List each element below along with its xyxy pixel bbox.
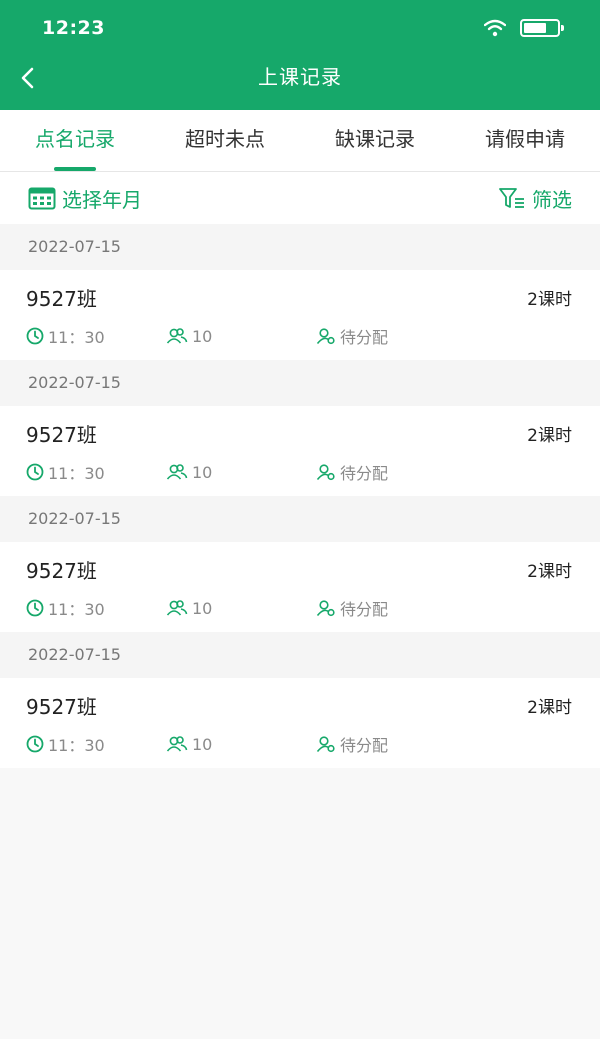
status-bar: 12:23 <box>0 0 600 52</box>
wifi-icon <box>484 19 506 37</box>
list-item[interactable]: 9527班 2课时 11：30 10 待分配 <box>0 678 600 768</box>
page-title: 上课记录 <box>258 64 342 89</box>
class-hours: 2课时 <box>527 425 572 446</box>
class-time: 11：30 <box>48 464 105 483</box>
teacher-status: 待分配 <box>340 600 389 619</box>
clock-icon <box>26 327 44 345</box>
class-hours: 2课时 <box>527 561 572 582</box>
people-icon <box>166 328 188 344</box>
filter-icon <box>499 188 524 208</box>
teacher-status: 待分配 <box>340 328 389 347</box>
people-icon <box>166 600 188 616</box>
class-name: 9527班 <box>26 286 97 311</box>
class-hours: 2课时 <box>527 697 572 718</box>
list-item[interactable]: 9527班 2课时 11：30 10 待分配 <box>0 270 600 360</box>
class-time: 11：30 <box>48 736 105 755</box>
teacher-icon <box>316 328 335 345</box>
tab-absence-records[interactable]: 缺课记录 <box>300 110 450 171</box>
list-item[interactable]: 9527班 2课时 11：30 10 待分配 <box>0 542 600 632</box>
filter-label: 筛选 <box>532 187 572 212</box>
tab-overdue-unmarked[interactable]: 超时未点 <box>150 110 300 171</box>
date-picker-button[interactable]: 选择年月 <box>28 184 142 213</box>
back-button[interactable] <box>20 62 60 94</box>
clock-icon <box>26 735 44 753</box>
date-header: 2022-07-15 <box>0 360 600 406</box>
class-time: 11：30 <box>48 328 105 347</box>
date-header: 2022-07-15 <box>0 632 600 678</box>
class-time: 11：30 <box>48 600 105 619</box>
class-name: 9527班 <box>26 558 97 583</box>
teacher-status: 待分配 <box>340 736 389 755</box>
teacher-icon <box>316 736 335 753</box>
clock-icon <box>26 599 44 617</box>
list-item[interactable]: 9527班 2课时 11：30 10 待分配 <box>0 406 600 496</box>
people-icon <box>166 736 188 752</box>
tab-leave-requests[interactable]: 请假申请 <box>450 110 600 171</box>
battery-icon <box>520 19 564 37</box>
student-count: 10 <box>192 734 213 754</box>
student-count: 10 <box>192 462 213 482</box>
tab-bar: 点名记录 超时未点 缺课记录 请假申请 <box>0 110 600 172</box>
class-hours: 2课时 <box>527 289 572 310</box>
filter-button[interactable]: 筛选 <box>498 184 572 213</box>
empty-space <box>0 768 600 1039</box>
record-list: 2022-07-15 9527班 2课时 11：30 10 待分配 2022-0… <box>0 224 600 768</box>
status-icons <box>484 19 564 37</box>
status-time: 12:23 <box>42 17 105 39</box>
teacher-status: 待分配 <box>340 464 389 483</box>
teacher-icon <box>316 464 335 481</box>
people-icon <box>166 464 188 480</box>
clock-icon <box>26 463 44 481</box>
back-arrow-icon <box>21 67 34 89</box>
date-header: 2022-07-15 <box>0 224 600 270</box>
class-name: 9527班 <box>26 422 97 447</box>
class-name: 9527班 <box>26 694 97 719</box>
student-count: 10 <box>192 598 213 618</box>
calendar-icon <box>28 187 56 210</box>
student-count: 10 <box>192 326 213 346</box>
app-header: 12:23 上课记录 <box>0 0 600 110</box>
teacher-icon <box>316 600 335 617</box>
tab-rollcall-records[interactable]: 点名记录 <box>0 110 150 171</box>
nav-bar: 上课记录 <box>0 52 600 110</box>
date-picker-label: 选择年月 <box>62 187 142 212</box>
date-header: 2022-07-15 <box>0 496 600 542</box>
filter-bar: 选择年月 筛选 <box>0 172 600 224</box>
